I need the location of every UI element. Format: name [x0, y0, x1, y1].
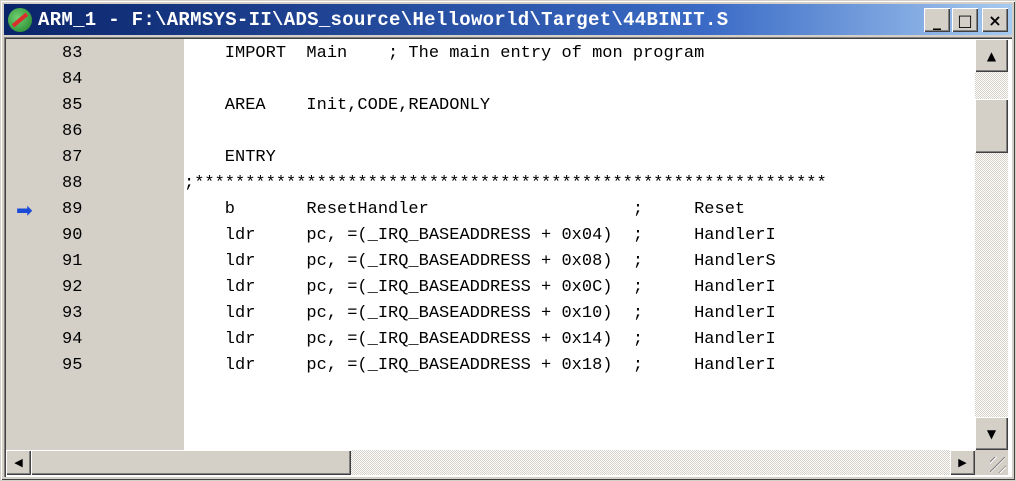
editor-client-area: 83 84 85 86 87 88 89 ➡ 90 91 92 93 94 95 IMPORT Main …	[4, 37, 1012, 477]
code-line[interactable]: ;***************************************…	[184, 171, 827, 197]
scroll-up-button[interactable]: ▲	[975, 39, 1008, 72]
window-controls: _ □ ×	[924, 8, 1008, 32]
code-line[interactable]: ldr pc, =(_IRQ_BASEADDRESS + 0x14) ; Han…	[184, 327, 776, 353]
line-number: 84	[62, 70, 83, 89]
line-number: 83	[62, 44, 83, 63]
code-line[interactable]: IMPORT Main ; The main entry of mon prog…	[184, 41, 705, 67]
line-number: 89	[62, 200, 83, 219]
line-number: 87	[62, 148, 83, 167]
horizontal-scroll-thumb[interactable]	[31, 450, 351, 475]
line-number: 94	[62, 330, 83, 349]
vertical-scrollbar[interactable]: ▲ ▼	[975, 39, 1008, 450]
editor-window: ARM_1 - F:\ARMSYS-II\ADS_source\Hellowor…	[0, 0, 1016, 481]
code-line[interactable]: AREA Init,CODE,READONLY	[184, 93, 490, 119]
line-number: 90	[62, 226, 83, 245]
line-number-gutter[interactable]: 83 84 85 86 87 88 89 ➡ 90 91 92 93 94 95	[6, 39, 184, 450]
scroll-left-button[interactable]: ◀	[6, 450, 31, 475]
vertical-scroll-thumb[interactable]	[975, 99, 1008, 153]
code-line[interactable]: ldr pc, =(_IRQ_BASEADDRESS + 0x08) ; Han…	[184, 249, 776, 275]
code-line[interactable]: b ResetHandler ; Reset	[184, 197, 745, 223]
line-number: 92	[62, 278, 83, 297]
line-number: 91	[62, 252, 83, 271]
line-number: 88	[62, 174, 83, 193]
code-line[interactable]: ldr pc, =(_IRQ_BASEADDRESS + 0x0C) ; Han…	[184, 275, 776, 301]
code-line[interactable]: ldr pc, =(_IRQ_BASEADDRESS + 0x10) ; Han…	[184, 301, 776, 327]
right-arrow-icon: ▶	[958, 456, 967, 469]
resize-grip-icon[interactable]	[975, 450, 1008, 475]
code-line[interactable]: ENTRY	[184, 145, 276, 171]
left-arrow-icon: ◀	[14, 456, 23, 469]
maximize-button[interactable]: □	[952, 8, 978, 32]
app-icon	[8, 7, 32, 32]
horizontal-scrollbar[interactable]: ◀ ▶	[6, 450, 975, 475]
minimize-button[interactable]: _	[924, 8, 950, 32]
scroll-down-button[interactable]: ▼	[975, 417, 1008, 450]
close-button[interactable]: ×	[982, 8, 1008, 32]
line-number: 93	[62, 304, 83, 323]
line-number: 95	[62, 356, 83, 375]
code-text-area[interactable]: IMPORT Main ; The main entry of mon prog…	[184, 39, 975, 450]
window-title: ARM_1 - F:\ARMSYS-II\ADS_source\Hellowor…	[38, 8, 729, 31]
line-number: 85	[62, 96, 83, 115]
code-line[interactable]: ldr pc, =(_IRQ_BASEADDRESS + 0x18) ; Han…	[184, 353, 776, 379]
title-bar[interactable]: ARM_1 - F:\ARMSYS-II\ADS_source\Hellowor…	[4, 4, 1012, 35]
scroll-right-button[interactable]: ▶	[950, 450, 975, 475]
up-arrow-icon: ▲	[986, 48, 997, 63]
current-line-arrow-icon: ➡	[16, 198, 33, 222]
code-line[interactable]: ldr pc, =(_IRQ_BASEADDRESS + 0x04) ; Han…	[184, 223, 776, 249]
down-arrow-icon: ▼	[986, 426, 997, 441]
line-number: 86	[62, 122, 83, 141]
